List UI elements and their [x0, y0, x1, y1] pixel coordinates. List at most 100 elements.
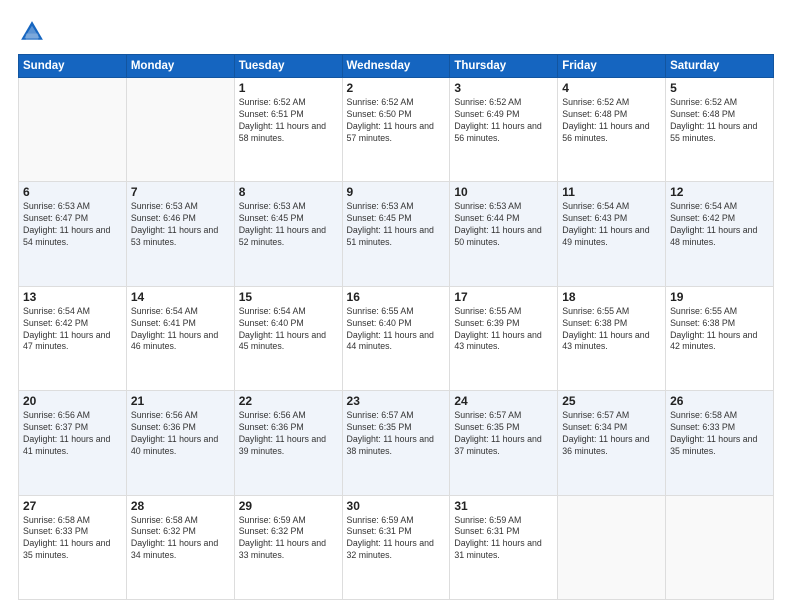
calendar-cell: 22 Sunrise: 6:56 AMSunset: 6:36 PMDayligh… — [234, 391, 342, 495]
calendar-cell: 5 Sunrise: 6:52 AMSunset: 6:48 PMDaylight… — [666, 78, 774, 182]
calendar-cell: 24Sunrise: 6:57 AMSunset: 6:35 PMDayligh… — [450, 391, 558, 495]
calendar-row: 1Sunrise: 6:52 AMSunset: 6:51 PMDaylight… — [19, 78, 774, 182]
calendar-cell: 27 Sunrise: 6:58 AMSunset: 6:33 PMDayligh… — [19, 495, 127, 599]
day-info: Sunrise: 6:53 AMSunset: 6:46 PMDaylight:… — [131, 201, 230, 249]
day-info: Sunrise: 6:53 AMSunset: 6:47 PMDaylight:… — [23, 201, 122, 249]
logo-icon — [18, 18, 46, 46]
calendar-cell: 11 Sunrise: 6:54 AMSunset: 6:43 PMDayligh… — [558, 182, 666, 286]
day-number: 4 — [562, 81, 661, 95]
day-number: 18 — [562, 290, 661, 304]
day-info: Sunrise: 6:53 AMSunset: 6:44 PMDaylight:… — [454, 201, 553, 249]
day-info: Sunrise: 6:55 AMSunset: 6:39 PMDaylight:… — [454, 306, 553, 354]
day-info: Sunrise: 6:58 AMSunset: 6:33 PMDaylight:… — [23, 515, 122, 563]
day-info: Sunrise: 6:54 AMSunset: 6:41 PMDaylight:… — [131, 306, 230, 354]
calendar-cell: 17 Sunrise: 6:55 AMSunset: 6:39 PMDayligh… — [450, 286, 558, 390]
day-number: 9 — [347, 185, 446, 199]
calendar-cell: 10 Sunrise: 6:53 AMSunset: 6:44 PMDayligh… — [450, 182, 558, 286]
calendar-cell: 28 Sunrise: 6:58 AMSunset: 6:32 PMDayligh… — [126, 495, 234, 599]
day-info: Sunrise: 6:56 AMSunset: 6:36 PMDaylight:… — [131, 410, 230, 458]
day-number: 15 — [239, 290, 338, 304]
day-number: 23 — [347, 394, 446, 408]
calendar-cell: 1Sunrise: 6:52 AMSunset: 6:51 PMDaylight… — [234, 78, 342, 182]
day-number: 8 — [239, 185, 338, 199]
calendar-cell: 13 Sunrise: 6:54 AMSunset: 6:42 PMDayligh… — [19, 286, 127, 390]
calendar-row: 13 Sunrise: 6:54 AMSunset: 6:42 PMDayligh… — [19, 286, 774, 390]
day-info: Sunrise: 6:53 AMSunset: 6:45 PMDaylight:… — [239, 201, 338, 249]
day-info: Sunrise: 6:52 AMSunset: 6:49 PMDaylight:… — [454, 97, 553, 145]
day-number: 28 — [131, 499, 230, 513]
day-number: 17 — [454, 290, 553, 304]
day-info: Sunrise: 6:59 AMSunset: 6:31 PMDaylight:… — [454, 515, 553, 563]
day-number: 14 — [131, 290, 230, 304]
day-number: 6 — [23, 185, 122, 199]
calendar-cell: 14 Sunrise: 6:54 AMSunset: 6:41 PMDayligh… — [126, 286, 234, 390]
calendar-cell: 29 Sunrise: 6:59 AMSunset: 6:32 PMDayligh… — [234, 495, 342, 599]
day-info: Sunrise: 6:54 AMSunset: 6:43 PMDaylight:… — [562, 201, 661, 249]
day-info: Sunrise: 6:54 AMSunset: 6:42 PMDaylight:… — [670, 201, 769, 249]
day-number: 5 — [670, 81, 769, 95]
calendar-cell: 9 Sunrise: 6:53 AMSunset: 6:45 PMDaylight… — [342, 182, 450, 286]
calendar-header-row: SundayMondayTuesdayWednesdayThursdayFrid… — [19, 55, 774, 78]
day-info: Sunrise: 6:54 AMSunset: 6:42 PMDaylight:… — [23, 306, 122, 354]
day-number: 27 — [23, 499, 122, 513]
page: SundayMondayTuesdayWednesdayThursdayFrid… — [0, 0, 792, 612]
weekday-header: Thursday — [450, 55, 558, 78]
calendar-row: 27 Sunrise: 6:58 AMSunset: 6:33 PMDayligh… — [19, 495, 774, 599]
day-number: 30 — [347, 499, 446, 513]
day-info: Sunrise: 6:59 AMSunset: 6:31 PMDaylight:… — [347, 515, 446, 563]
day-info: Sunrise: 6:56 AMSunset: 6:37 PMDaylight:… — [23, 410, 122, 458]
calendar-cell: 15 Sunrise: 6:54 AMSunset: 6:40 PMDayligh… — [234, 286, 342, 390]
day-number: 13 — [23, 290, 122, 304]
day-number: 26 — [670, 394, 769, 408]
day-number: 19 — [670, 290, 769, 304]
day-info: Sunrise: 6:56 AMSunset: 6:36 PMDaylight:… — [239, 410, 338, 458]
calendar-cell — [126, 78, 234, 182]
day-info: Sunrise: 6:55 AMSunset: 6:38 PMDaylight:… — [670, 306, 769, 354]
calendar-cell: 20 Sunrise: 6:56 AMSunset: 6:37 PMDayligh… — [19, 391, 127, 495]
day-number: 31 — [454, 499, 553, 513]
day-info: Sunrise: 6:52 AMSunset: 6:50 PMDaylight:… — [347, 97, 446, 145]
weekday-header: Wednesday — [342, 55, 450, 78]
weekday-header: Friday — [558, 55, 666, 78]
calendar-cell: 26Sunrise: 6:58 AMSunset: 6:33 PMDayligh… — [666, 391, 774, 495]
calendar-cell: 7 Sunrise: 6:53 AMSunset: 6:46 PMDaylight… — [126, 182, 234, 286]
day-number: 21 — [131, 394, 230, 408]
day-info: Sunrise: 6:58 AMSunset: 6:32 PMDaylight:… — [131, 515, 230, 563]
day-info: Sunrise: 6:53 AMSunset: 6:45 PMDaylight:… — [347, 201, 446, 249]
calendar-cell: 16 Sunrise: 6:55 AMSunset: 6:40 PMDayligh… — [342, 286, 450, 390]
calendar-cell: 18 Sunrise: 6:55 AMSunset: 6:38 PMDayligh… — [558, 286, 666, 390]
calendar-row: 20 Sunrise: 6:56 AMSunset: 6:37 PMDayligh… — [19, 391, 774, 495]
calendar-cell: 2 Sunrise: 6:52 AMSunset: 6:50 PMDaylight… — [342, 78, 450, 182]
calendar-cell: 21 Sunrise: 6:56 AMSunset: 6:36 PMDayligh… — [126, 391, 234, 495]
day-number: 20 — [23, 394, 122, 408]
calendar-cell — [666, 495, 774, 599]
header — [18, 18, 774, 46]
day-number: 22 — [239, 394, 338, 408]
day-number: 7 — [131, 185, 230, 199]
day-info: Sunrise: 6:57 AMSunset: 6:35 PMDaylight:… — [347, 410, 446, 458]
day-info: Sunrise: 6:57 AMSunset: 6:35 PMDaylight:… — [454, 410, 553, 458]
day-number: 2 — [347, 81, 446, 95]
calendar-table: SundayMondayTuesdayWednesdayThursdayFrid… — [18, 54, 774, 600]
calendar-cell — [19, 78, 127, 182]
day-number: 16 — [347, 290, 446, 304]
weekday-header: Saturday — [666, 55, 774, 78]
day-info: Sunrise: 6:55 AMSunset: 6:38 PMDaylight:… — [562, 306, 661, 354]
day-number: 11 — [562, 185, 661, 199]
day-number: 29 — [239, 499, 338, 513]
day-number: 12 — [670, 185, 769, 199]
day-info: Sunrise: 6:55 AMSunset: 6:40 PMDaylight:… — [347, 306, 446, 354]
calendar-cell: 19 Sunrise: 6:55 AMSunset: 6:38 PMDayligh… — [666, 286, 774, 390]
weekday-header: Monday — [126, 55, 234, 78]
day-info: Sunrise: 6:59 AMSunset: 6:32 PMDaylight:… — [239, 515, 338, 563]
day-number: 10 — [454, 185, 553, 199]
day-info: Sunrise: 6:54 AMSunset: 6:40 PMDaylight:… — [239, 306, 338, 354]
calendar-cell: 30 Sunrise: 6:59 AMSunset: 6:31 PMDayligh… — [342, 495, 450, 599]
calendar-row: 6 Sunrise: 6:53 AMSunset: 6:47 PMDaylight… — [19, 182, 774, 286]
calendar-cell: 25Sunrise: 6:57 AMSunset: 6:34 PMDayligh… — [558, 391, 666, 495]
calendar-cell: 12 Sunrise: 6:54 AMSunset: 6:42 PMDayligh… — [666, 182, 774, 286]
day-info: Sunrise: 6:52 AMSunset: 6:48 PMDaylight:… — [670, 97, 769, 145]
day-number: 25 — [562, 394, 661, 408]
calendar-cell: 6 Sunrise: 6:53 AMSunset: 6:47 PMDaylight… — [19, 182, 127, 286]
day-info: Sunrise: 6:52 AMSunset: 6:51 PMDaylight:… — [239, 97, 338, 145]
